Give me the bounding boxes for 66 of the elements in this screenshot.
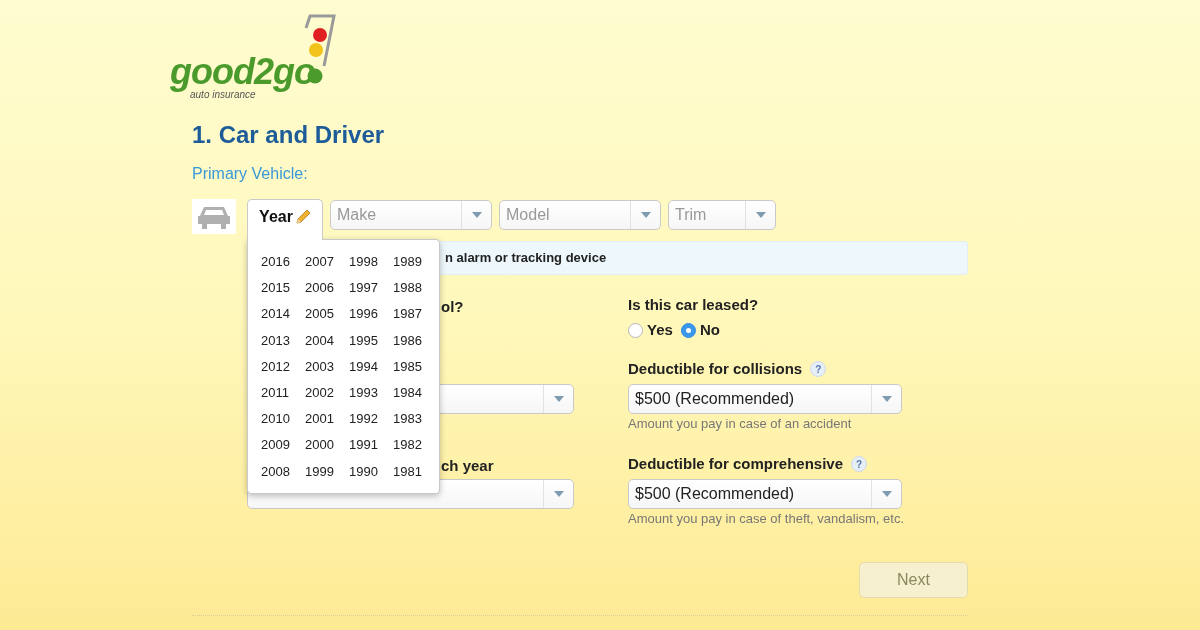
help-icon[interactable]: ? bbox=[810, 361, 827, 377]
year-option[interactable]: 2005 bbox=[305, 301, 349, 328]
select-field[interactable]: $500 (Recommended) bbox=[628, 384, 902, 414]
car-icon bbox=[192, 199, 236, 234]
year-option[interactable]: 2010 bbox=[261, 406, 305, 433]
year-option[interactable]: 1997 bbox=[349, 275, 393, 302]
year-option[interactable]: 1993 bbox=[349, 379, 393, 407]
hint-text: Amount you pay in case of an accident bbox=[628, 415, 853, 433]
year-option[interactable]: 1992 bbox=[349, 406, 393, 433]
caret-icon bbox=[754, 211, 767, 219]
radio-label: Yes bbox=[647, 319, 673, 340]
caret-icon bbox=[880, 490, 893, 498]
caret-icon bbox=[552, 395, 565, 403]
caret-icon bbox=[552, 490, 565, 498]
year-option[interactable]: 1988 bbox=[393, 275, 437, 302]
year-option[interactable]: 2006 bbox=[305, 275, 349, 302]
year-option[interactable]: 2012 bbox=[261, 353, 305, 380]
question-label: Is this car leased? bbox=[628, 295, 760, 315]
caret-icon bbox=[639, 211, 652, 219]
year-option[interactable]: 1984 bbox=[393, 379, 437, 407]
radio-label: No bbox=[699, 319, 720, 340]
question-label: ch year bbox=[441, 457, 494, 474]
section-label: Primary Vehicle: bbox=[192, 164, 309, 184]
year-option[interactable]: 2009 bbox=[261, 432, 305, 459]
help-icon[interactable]: ? bbox=[851, 456, 868, 472]
year-option[interactable]: 1987 bbox=[393, 301, 437, 328]
radio-button[interactable] bbox=[628, 322, 643, 338]
year-option[interactable]: 2007 bbox=[305, 249, 349, 276]
caret-icon bbox=[470, 211, 483, 219]
year-option[interactable]: 2000 bbox=[305, 432, 349, 459]
year-tab[interactable]: Year bbox=[247, 199, 323, 240]
year-option[interactable]: 1995 bbox=[349, 327, 393, 354]
year-option[interactable]: 1994 bbox=[349, 353, 393, 380]
step-title: 1. Car and Driver bbox=[192, 120, 386, 150]
year-option[interactable]: 1990 bbox=[349, 458, 393, 485]
year-option[interactable]: 2016 bbox=[261, 249, 305, 276]
year-option[interactable]: 2011 bbox=[261, 379, 305, 407]
year-option[interactable]: 2014 bbox=[261, 301, 305, 328]
year-option[interactable]: 2001 bbox=[305, 406, 349, 433]
question-label: Deductible for collisions bbox=[628, 358, 803, 379]
year-option[interactable]: 1998 bbox=[349, 249, 393, 276]
question-label: Deductible for comprehensive bbox=[628, 453, 844, 474]
year-option[interactable]: 2015 bbox=[261, 275, 305, 302]
year-option[interactable]: 1991 bbox=[349, 432, 393, 459]
caret-icon bbox=[880, 395, 893, 403]
year-option[interactable]: 1981 bbox=[393, 458, 437, 485]
year-option[interactable]: 2002 bbox=[305, 379, 349, 407]
question-label: ol? bbox=[441, 298, 464, 315]
logo-tagline: auto insurance bbox=[190, 90, 256, 100]
select-field[interactable]: $500 (Recommended) bbox=[628, 479, 902, 509]
year-option[interactable]: 2008 bbox=[261, 458, 305, 485]
hint-text: Amount you pay in case of theft, vandalism, etc. bbox=[628, 510, 902, 528]
logo-wordmark: good2go bbox=[170, 54, 315, 90]
radio-button[interactable] bbox=[680, 322, 696, 338]
pencil-icon bbox=[294, 209, 311, 225]
info-text: n alarm or tracking device bbox=[445, 249, 607, 268]
year-option[interactable]: 2013 bbox=[261, 327, 305, 354]
year-option[interactable]: 1985 bbox=[393, 353, 437, 380]
year-option[interactable]: 2004 bbox=[305, 327, 349, 354]
year-option[interactable]: 2003 bbox=[305, 353, 349, 380]
year-option[interactable]: 1983 bbox=[393, 406, 437, 433]
year-option[interactable]: 1996 bbox=[349, 301, 393, 328]
year-option[interactable]: 1986 bbox=[393, 327, 437, 354]
year-option[interactable]: 1982 bbox=[393, 432, 437, 459]
year-option[interactable]: 1999 bbox=[305, 458, 349, 485]
year-option[interactable]: 1989 bbox=[393, 249, 437, 276]
